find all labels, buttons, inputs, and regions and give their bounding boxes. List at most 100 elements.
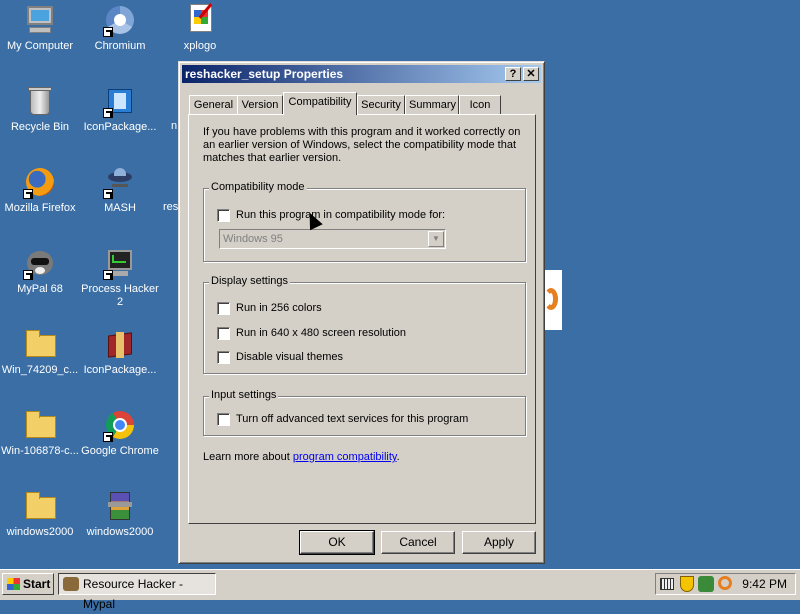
windows-logo-icon — [7, 578, 20, 590]
folder-icon — [24, 409, 56, 441]
computer-icon — [24, 4, 56, 36]
desktop-icon-label: MyPal 68 — [17, 283, 63, 295]
program-compatibility-link[interactable]: program compatibility — [293, 451, 397, 463]
compat-os-select: Windows 95 ▼ — [219, 229, 446, 249]
search-tray-icon[interactable] — [718, 576, 732, 590]
checkbox-label: Run in 256 colors — [236, 302, 322, 314]
compatibility-mode-group: Compatibility mode Run this program in c… — [203, 181, 526, 262]
keyboard-icon[interactable] — [660, 578, 674, 590]
winrar-icon — [104, 490, 136, 522]
desktop-icon-label: Win-106878-c... — [1, 445, 79, 457]
resource-hacker-icon — [63, 577, 79, 591]
image-file-icon — [184, 3, 216, 36]
desktop-icon-my-computer[interactable]: My Computer — [0, 4, 80, 53]
hidden-icon-fragment: n — [171, 120, 178, 132]
group-title: Display settings — [209, 275, 291, 287]
mypal-icon — [23, 247, 56, 280]
desktop-icon-label: IconPackage... — [83, 364, 157, 376]
desktop-icon-label: Recycle Bin — [10, 121, 70, 133]
tab-general[interactable]: General — [189, 95, 238, 115]
run-640x480-checkbox[interactable]: Run in 640 x 480 screen resolution — [217, 327, 406, 341]
checkbox-icon[interactable] — [217, 413, 230, 426]
taskbar: Start Resource Hacker - Mypal 9:42 PM — [0, 569, 800, 611]
recycle-bin-icon — [24, 85, 56, 117]
title-bar[interactable]: reshacker_setup Properties ? ✕ — [182, 65, 541, 83]
folder-icon — [24, 490, 56, 522]
checkbox-icon[interactable] — [217, 302, 230, 315]
cancel-button[interactable]: Cancel — [381, 531, 455, 554]
checkbox-icon[interactable] — [217, 327, 230, 340]
help-button[interactable]: ? — [505, 67, 521, 81]
desktop-icon-google-chrome[interactable]: Google Chrome — [80, 409, 160, 458]
tab-version[interactable]: Version — [237, 95, 283, 115]
properties-dialog: reshacker_setup Properties ? ✕ General V… — [178, 61, 545, 564]
disable-visual-themes-checkbox[interactable]: Disable visual themes — [217, 351, 343, 365]
desktop-icon-label: Chromium — [94, 40, 146, 52]
learn-more-prefix: Learn more about — [203, 451, 293, 463]
clock[interactable]: 9:42 PM — [742, 574, 787, 594]
desktop-icon-label: Mozilla Firefox — [4, 202, 76, 214]
taskbar-item-resource-hacker[interactable]: Resource Hacker - Mypal — [58, 573, 216, 611]
group-title: Compatibility mode — [209, 181, 307, 193]
desktop-icon-win-106878[interactable]: Win-106878-c... — [0, 409, 80, 458]
select-value: Windows 95 — [223, 233, 283, 245]
intro-text: If you have problems with this program a… — [203, 126, 521, 164]
desktop-icon-chromium[interactable]: Chromium — [80, 4, 160, 53]
tab-compatibility[interactable]: Compatibility — [283, 92, 357, 115]
desktop-icon-windows2000-archive[interactable]: windows2000 — [80, 490, 160, 539]
desktop-icon-label: windows2000 — [6, 526, 74, 538]
start-button[interactable]: Start — [2, 573, 54, 595]
learn-more-text: Learn more about program compatibility. — [203, 451, 400, 463]
background-window-fragment — [544, 270, 562, 330]
apply-button[interactable]: Apply — [462, 531, 536, 554]
checkbox-label: Turn off advanced text services for this… — [236, 413, 469, 425]
checkbox-label: Run in 640 x 480 screen resolution — [236, 327, 406, 339]
desktop-icon-label: windows2000 — [86, 526, 154, 538]
chromium-icon — [103, 4, 136, 37]
tab-icon[interactable]: Icon — [459, 95, 501, 115]
group-title: Input settings — [209, 389, 279, 401]
learn-more-suffix: . — [396, 451, 400, 463]
checkbox-label: Disable visual themes — [236, 351, 343, 363]
desktop-icon-label: IconPackage... — [83, 121, 157, 133]
firefox-icon — [23, 166, 56, 199]
checkbox-label: Run this program in compatibility mode f… — [236, 209, 446, 221]
close-button[interactable]: ✕ — [523, 67, 539, 81]
checkbox-icon[interactable] — [217, 209, 230, 222]
desktop-icon-mash[interactable]: MASH — [80, 166, 160, 215]
process-hacker-tray-icon[interactable] — [698, 576, 714, 592]
tab-summary[interactable]: Summary — [405, 95, 459, 115]
desktop-icon-iconpackager-1[interactable]: IconPackage... — [80, 85, 160, 134]
desktop-icon-label: xplogo — [183, 40, 217, 52]
desktop-icon-mypal[interactable]: MyPal 68 — [0, 247, 80, 296]
turn-off-text-services-checkbox[interactable]: Turn off advanced text services for this… — [217, 413, 468, 427]
desktop-icon-label: Google Chrome — [81, 445, 159, 457]
iconpackager-icon — [103, 85, 136, 118]
hidden-icon-fragment: res — [163, 201, 179, 213]
desktop-icon-recycle-bin[interactable]: Recycle Bin — [0, 85, 80, 134]
run-256-colors-checkbox[interactable]: Run in 256 colors — [217, 302, 322, 316]
desktop-icon-process-hacker[interactable]: Process Hacker 2 — [80, 247, 160, 309]
tab-security[interactable]: Security — [357, 95, 405, 115]
desktop-icon-mozilla-firefox[interactable]: Mozilla Firefox — [0, 166, 80, 215]
mash-icon — [103, 166, 136, 199]
dialog-title: reshacker_setup Properties — [185, 67, 344, 81]
chevron-down-icon: ▼ — [428, 231, 444, 247]
security-shield-icon[interactable] — [680, 576, 694, 592]
display-settings-group: Display settings Run in 256 colors Run i… — [203, 275, 526, 374]
system-tray: 9:42 PM — [655, 573, 796, 595]
desktop-icon-iconpackager-2[interactable]: IconPackage... — [80, 328, 160, 377]
desktop-icon-win-74209[interactable]: Win_74209_c... — [0, 328, 80, 377]
folder-icon — [24, 328, 56, 360]
desktop-icon-label: My Computer — [6, 40, 74, 52]
input-settings-group: Input settings Turn off advanced text se… — [203, 389, 526, 436]
ok-button[interactable]: OK — [299, 530, 375, 555]
desktop-icon-windows2000-folder[interactable]: windows2000 — [0, 490, 80, 539]
start-label: Start — [23, 577, 51, 591]
desktop-icon-label: Win_74209_c... — [1, 364, 79, 376]
checkbox-icon[interactable] — [217, 351, 230, 364]
compat-mode-checkbox[interactable]: Run this program in compatibility mode f… — [217, 209, 445, 223]
desktop-icon-label: Process Hacker 2 — [81, 283, 159, 308]
desktop-icon-xplogo[interactable]: xplogo — [160, 3, 240, 53]
compatibility-panel: If you have problems with this program a… — [188, 114, 536, 524]
